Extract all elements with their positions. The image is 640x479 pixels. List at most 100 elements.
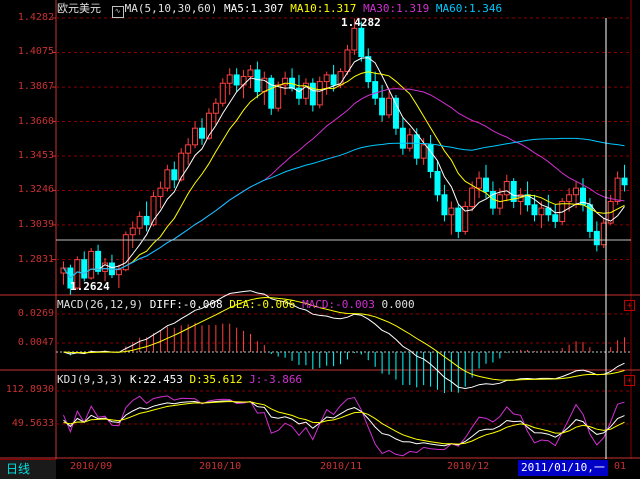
kdj-k: K:22.453 [129, 373, 183, 386]
date-label-dec: 2010/12 [447, 461, 490, 472]
macd-y-label-top: 0.0269 [17, 308, 54, 319]
kdj-j: J:-3.866 [249, 373, 303, 386]
ma10-line [63, 71, 625, 279]
candle-body [171, 169, 178, 181]
candle-body [392, 97, 399, 129]
candle-body [316, 81, 323, 106]
main-y-label: 1.3660 [17, 115, 54, 127]
candle-body [212, 102, 219, 114]
main-y-label: 1.3246 [17, 184, 54, 196]
ma-settings-icon[interactable]: ∿ [111, 6, 124, 18]
ma5-line [63, 57, 625, 279]
date-label-nov: 2010/11 [320, 461, 363, 472]
candle-body [621, 177, 628, 186]
period-tab[interactable]: 日线 [0, 459, 56, 479]
candle-body [476, 177, 483, 189]
instrument-title: 欧元美元 [57, 2, 101, 15]
candle-body [462, 205, 469, 232]
candle-body [531, 204, 538, 216]
candle-body [365, 56, 372, 83]
kdj-d-line [63, 400, 625, 445]
candle-body [593, 230, 600, 246]
macd-header: MACD(26,12,9) DIFF:-0.008 DEA:-0.006 MAC… [57, 298, 415, 312]
kdj-j-line [63, 395, 625, 457]
candle-body [143, 215, 150, 226]
candle-body [386, 97, 393, 116]
candle-body [157, 187, 164, 197]
candle-body [503, 180, 510, 196]
candle-body [205, 112, 212, 139]
candle-body [483, 177, 489, 192]
candle-body [81, 259, 88, 279]
candle-body [240, 76, 247, 86]
candle-body [420, 144, 427, 159]
candle-body [247, 69, 254, 78]
candle-body [178, 152, 185, 181]
chart-canvas[interactable] [0, 0, 640, 479]
candle-body [185, 144, 192, 154]
candle-body [434, 170, 441, 196]
macd-label: MACD(26,12,9) [57, 298, 144, 311]
candle-body [129, 227, 136, 236]
candle-body [136, 215, 143, 229]
candle-body [88, 250, 95, 279]
candle-body [226, 74, 233, 84]
cursor-date: 2011/01/10,一 [518, 460, 608, 476]
candle-body [309, 82, 316, 106]
candle-body [233, 74, 240, 86]
candle-body [164, 169, 171, 189]
ma60-value: MA60:1.346 [435, 2, 503, 15]
main-y-label: 1.3453 [17, 150, 54, 161]
date-label-oct: 2010/10 [199, 461, 242, 472]
candle-body [372, 81, 379, 99]
period-tab-label: 日线 [6, 462, 31, 476]
candle-body [399, 127, 406, 149]
macd-expand-button[interactable]: + [624, 300, 635, 311]
ma-label: MA(5,10,30,60) [124, 2, 218, 15]
candle-body [566, 194, 573, 202]
ma5-value: MA5:1.307 [223, 2, 284, 15]
main-y-label: 1.4075 [17, 46, 54, 58]
candle-body [441, 194, 448, 216]
macd-diff: DIFF:-0.008 [149, 298, 223, 311]
candle-body [268, 77, 275, 109]
macd-dea: DEA:-0.006 [229, 298, 296, 311]
low-marker: 1.2624 [70, 280, 110, 293]
kdj-y-label-top: 112.8930 [5, 384, 54, 395]
candle-body [323, 74, 330, 83]
candle-body [448, 207, 455, 216]
kdj-d: D:35.612 [189, 373, 243, 386]
date-label-sep: 2010/09 [70, 461, 113, 472]
candle-body [455, 207, 462, 232]
candle-body [351, 27, 358, 51]
candle-body [344, 49, 351, 73]
kdj-label: KDJ(9,3,3) [57, 373, 124, 386]
candle-body [469, 187, 476, 207]
main-y-label: 1.3039 [17, 218, 54, 230]
main-header: 欧元美元 ∿ MA(5,10,30,60) MA5:1.307 MA10:1.31… [57, 2, 502, 18]
candle-body [379, 97, 386, 116]
candle-body [330, 74, 337, 86]
candle-body [573, 187, 580, 196]
candle-body [614, 177, 621, 202]
kdj-expand-button[interactable]: + [624, 375, 635, 386]
candle-body [275, 84, 282, 109]
main-y-label: 1.3867 [17, 81, 54, 93]
high-marker: 1.4282 [341, 16, 381, 29]
candle-body [219, 82, 226, 104]
kdj-header: KDJ(9,3,3) K:22.453 D:35.612 J:-3.866 [57, 373, 302, 387]
candle-body [552, 214, 559, 222]
candle-body [413, 134, 420, 159]
date-label-jan: 01 [614, 461, 627, 472]
candle-body [192, 127, 199, 146]
candle-body [254, 69, 261, 93]
candle-body [115, 269, 122, 276]
ma30-value: MA30:1.319 [363, 2, 430, 15]
candle-body [406, 134, 413, 149]
macd-value: MACD:-0.003 [302, 298, 375, 311]
main-y-label: 1.4282 [17, 12, 54, 23]
kdj-k-line [63, 400, 625, 447]
candle-body [538, 207, 545, 216]
ma10-value: MA10:1.317 [290, 2, 357, 15]
main-y-label: 1.2831 [17, 253, 54, 265]
